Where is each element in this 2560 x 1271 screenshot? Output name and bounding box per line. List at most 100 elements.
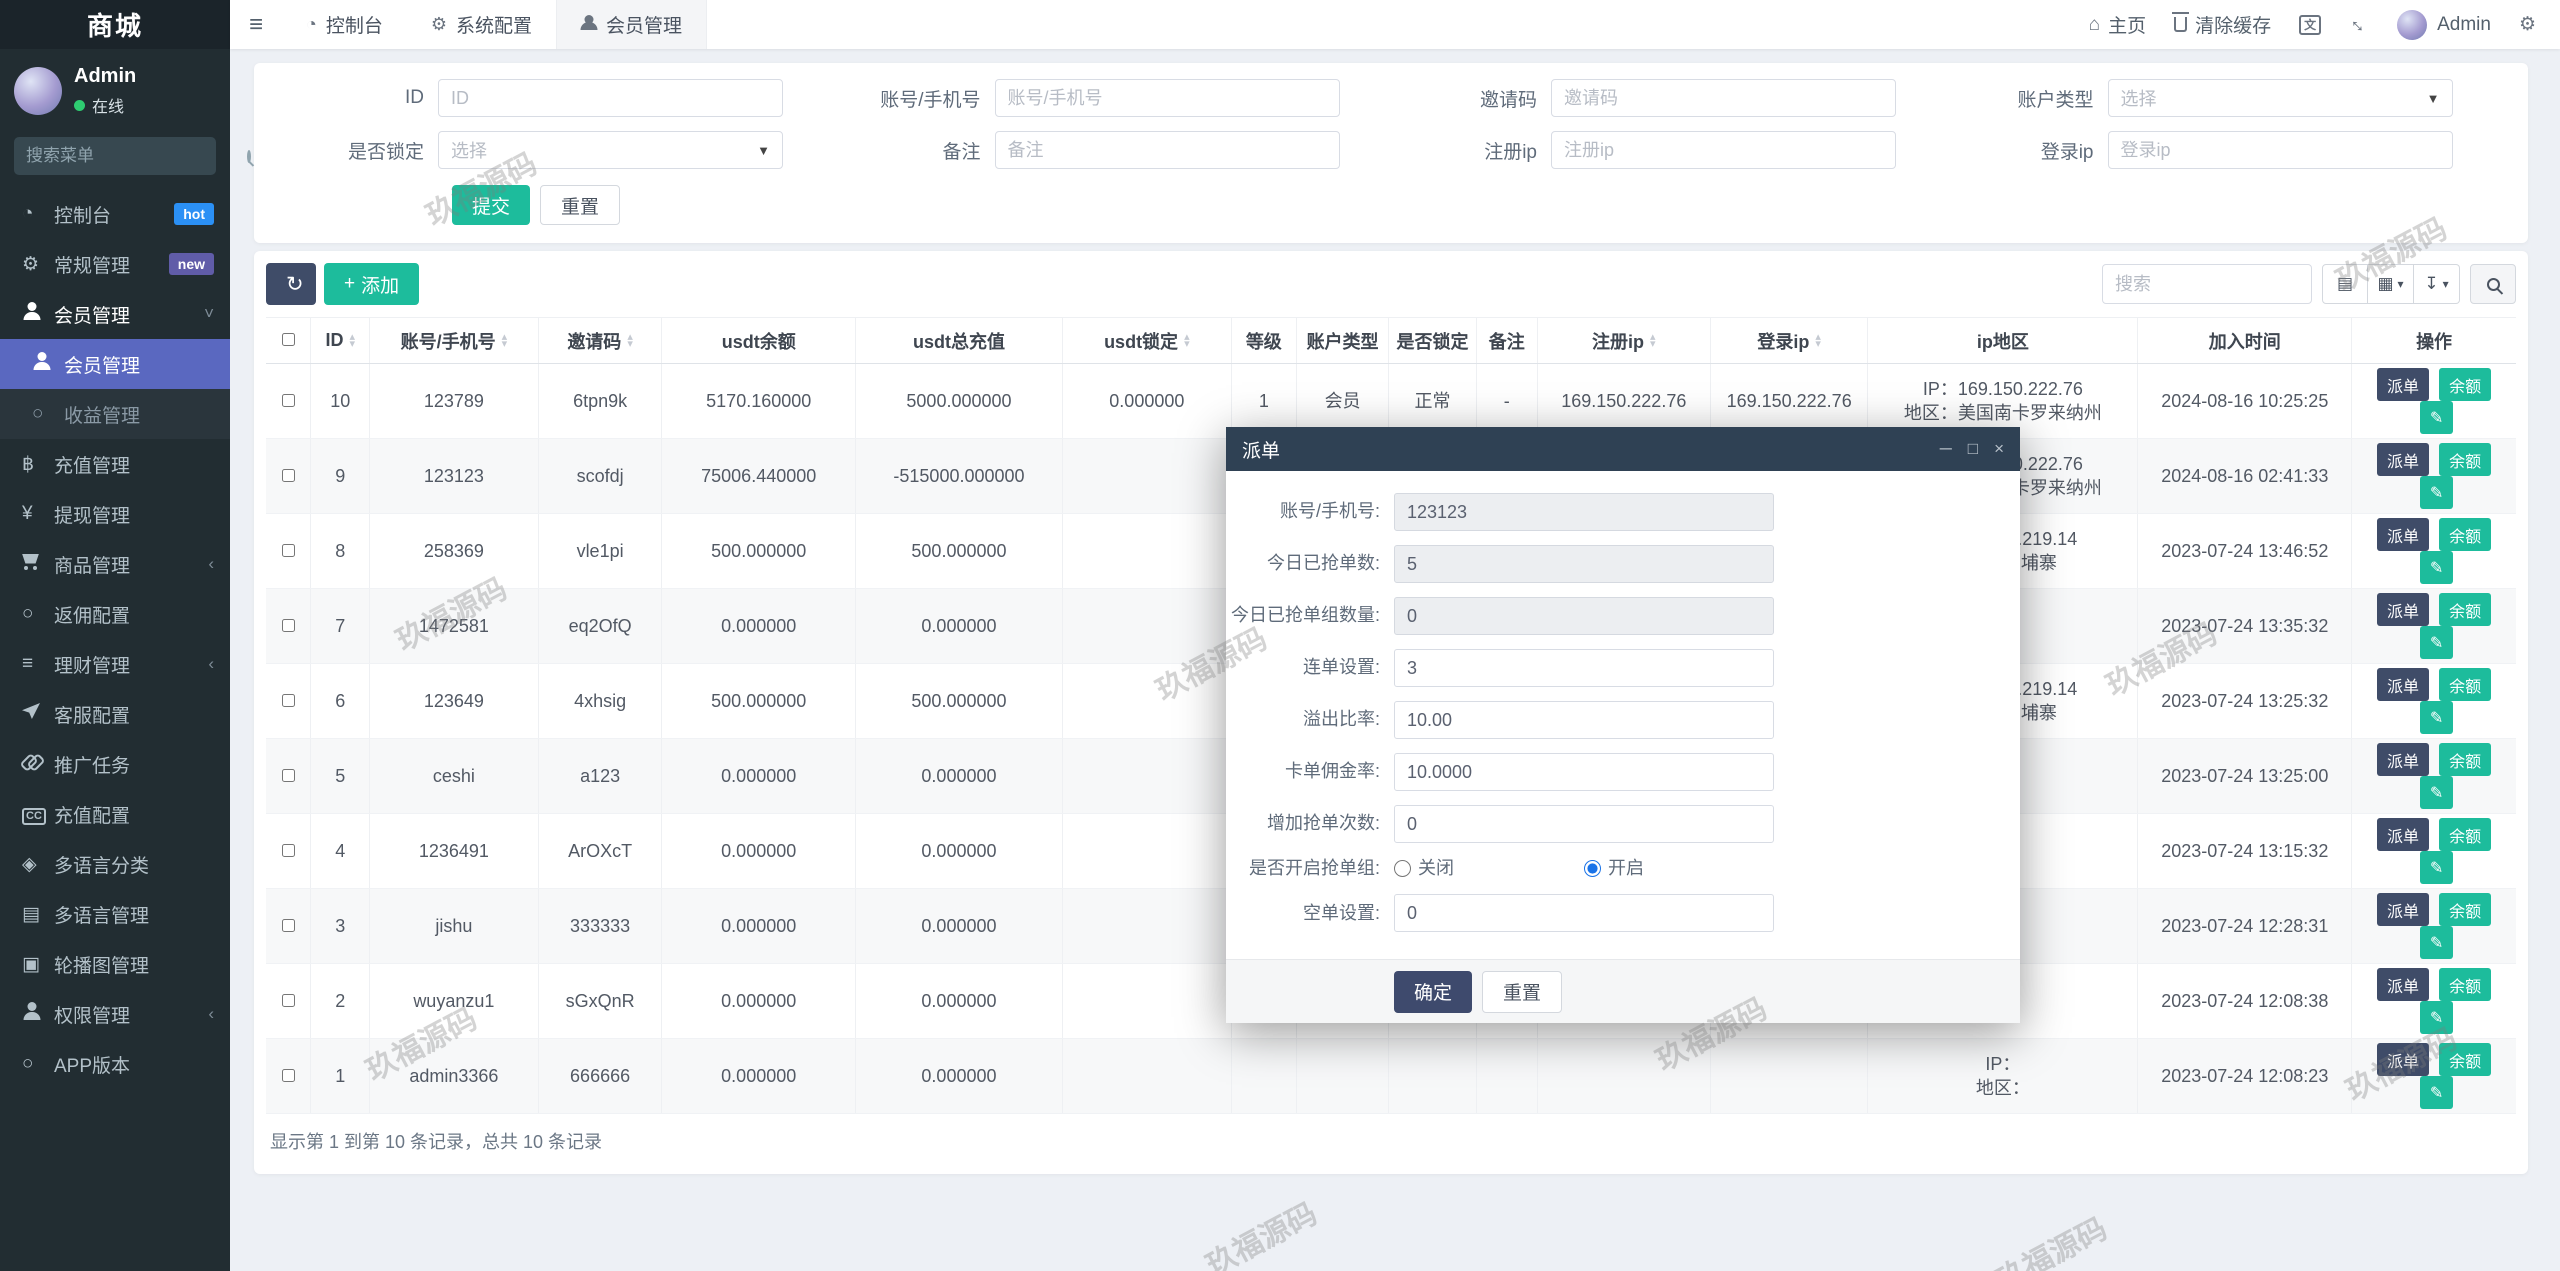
dispatch-button[interactable]: 派单 (2377, 368, 2430, 401)
sort-icon[interactable]: ▴ ▾ (349, 331, 355, 349)
export-button[interactable]: ↧ ▾ (2414, 264, 2460, 304)
radio-off-option[interactable]: 关闭 (1394, 857, 1562, 880)
fullscreen-icon[interactable]: ↔ (2344, 9, 2375, 39)
settings-gears-icon[interactable]: ⚙ (2519, 13, 2536, 36)
row-checkbox[interactable] (281, 918, 295, 932)
table-search-input[interactable] (2102, 264, 2312, 304)
sort-icon[interactable]: ▴ ▾ (1815, 331, 1821, 349)
balance-button[interactable]: 余额 (2439, 893, 2492, 926)
edit-button[interactable]: ✎ (2419, 551, 2454, 584)
sidebar-item-recharge-config[interactable]: CC 充值配置 (0, 789, 230, 839)
column-header[interactable]: 等级 (1230, 317, 1297, 364)
dispatch-button[interactable]: 派单 (2377, 893, 2430, 926)
sidebar-item-lang-category[interactable]: ◈ 多语言分类 (0, 839, 230, 889)
sort-icon[interactable]: ▴ ▾ (1650, 331, 1656, 349)
select-all-checkbox[interactable] (281, 333, 295, 346)
sort-icon[interactable]: ▴ ▾ (627, 331, 633, 349)
edit-button[interactable]: ✎ (2419, 476, 2454, 509)
sidebar-item-service[interactable]: 客服配置 (0, 689, 230, 739)
column-header[interactable]: ip地区 (1867, 317, 2138, 364)
tab-system-config[interactable]: ⚙ 系统配置 (407, 0, 556, 49)
column-header[interactable]: 登录ip ▴ ▾ (1709, 317, 1868, 364)
login-ip-filter-input[interactable] (2107, 131, 2453, 169)
detail-view-button[interactable]: ▤ (2322, 264, 2368, 304)
sidebar-subitem-member-管理[interactable]: 会员管理 (0, 339, 230, 389)
edit-button[interactable]: ✎ (2419, 401, 2454, 434)
lock-status-select[interactable]: 选择 ▼ (438, 131, 783, 169)
home-link[interactable]: ⌂ 主页 (2089, 11, 2147, 38)
today-orders-field[interactable] (1394, 545, 1774, 583)
balance-button[interactable]: 余额 (2439, 968, 2492, 1001)
sidebar-item-app-version[interactable]: ○ APP版本 (0, 1039, 230, 1089)
sidebar-item-members[interactable]: 会员管理 ˅ (0, 289, 230, 339)
account-type-select[interactable]: 选择 ▼ (2107, 79, 2453, 117)
remark-filter-input[interactable] (994, 131, 1340, 169)
hamburger-icon[interactable]: ≡ (230, 11, 282, 39)
select-all-header[interactable] (266, 317, 311, 364)
balance-button[interactable]: 余额 (2439, 443, 2492, 476)
navbar-user[interactable]: Admin (2397, 9, 2491, 40)
column-header[interactable]: 邀请码 ▴ ▾ (537, 317, 662, 364)
reset-button[interactable]: 重置 (540, 185, 621, 225)
sidebar-item-promotion[interactable]: 推广任务 (0, 739, 230, 789)
dispatch-button[interactable]: 派单 (2377, 593, 2430, 626)
row-checkbox[interactable] (281, 468, 295, 482)
clear-cache-link[interactable]: 清除缓存 (2172, 11, 2271, 38)
today-order-groups-field[interactable] (1394, 597, 1774, 635)
sidebar-item-recharge[interactable]: ฿ 充值管理 (0, 439, 230, 489)
row-checkbox[interactable] (281, 543, 295, 557)
sidebar-item-withdraw[interactable]: ¥ 提现管理 (0, 489, 230, 539)
row-checkbox[interactable] (281, 1068, 295, 1082)
column-header[interactable]: usdt锁定 ▴ ▾ (1061, 317, 1232, 364)
tab-dashboard[interactable]: ◔ 控制台 (282, 0, 407, 49)
sidebar-item-general[interactable]: ⚙ 常规管理 new (0, 239, 230, 289)
row-checkbox[interactable] (281, 618, 295, 632)
radio-off[interactable] (1394, 860, 1411, 878)
extra-grabs-field[interactable] (1394, 805, 1774, 843)
column-header[interactable]: 是否锁定 (1388, 317, 1477, 364)
edit-button[interactable]: ✎ (2419, 626, 2454, 659)
dispatch-button[interactable]: 派单 (2377, 968, 2430, 1001)
radio-on[interactable] (1584, 860, 1601, 878)
edit-button[interactable]: ✎ (2419, 1076, 2454, 1109)
search-icon[interactable] (247, 149, 251, 163)
dispatch-button[interactable]: 派单 (2377, 668, 2430, 701)
overflow-ratio-field[interactable] (1394, 701, 1774, 739)
dispatch-button[interactable]: 派单 (2377, 518, 2430, 551)
invite-code-filter-input[interactable] (1551, 79, 1896, 117)
column-header[interactable]: 加入时间 (2137, 317, 2352, 364)
dispatch-button[interactable]: 派单 (2377, 743, 2430, 776)
minimize-icon[interactable]: ─ (1940, 439, 1952, 459)
modal-reset-button[interactable]: 重置 (1482, 970, 1563, 1013)
maximize-icon[interactable]: □ (1968, 439, 1978, 459)
submit-button[interactable]: 提交 (452, 185, 531, 225)
sidebar-item-banner[interactable]: ▣ 轮播图管理 (0, 939, 230, 989)
edit-button[interactable]: ✎ (2419, 851, 2454, 884)
sidebar-item-lang-manage[interactable]: ▤ 多语言管理 (0, 889, 230, 939)
row-checkbox[interactable] (281, 693, 295, 707)
sort-icon[interactable]: ▴ ▾ (502, 331, 508, 349)
dispatch-button[interactable]: 派单 (2377, 443, 2430, 476)
edit-button[interactable]: ✎ (2419, 926, 2454, 959)
edit-button[interactable]: ✎ (2419, 701, 2454, 734)
row-checkbox[interactable] (281, 843, 295, 857)
add-button[interactable]: + 添加 (324, 263, 420, 305)
balance-button[interactable]: 余额 (2439, 668, 2492, 701)
translate-icon[interactable]: 文 (2299, 14, 2322, 35)
sidebar-item-finance[interactable]: ≡ 理财管理 ‹ (0, 639, 230, 689)
balance-button[interactable]: 余额 (2439, 518, 2492, 551)
balance-button[interactable]: 余额 (2439, 593, 2492, 626)
row-checkbox[interactable] (281, 993, 295, 1007)
column-header[interactable]: 操作 (2351, 317, 2516, 364)
column-header[interactable]: 备注 (1475, 317, 1538, 364)
balance-button[interactable]: 余额 (2439, 818, 2492, 851)
refresh-button[interactable]: ↻ (266, 263, 316, 305)
confirm-button[interactable]: 确定 (1394, 970, 1473, 1013)
balance-button[interactable]: 余额 (2439, 1043, 2492, 1076)
id-filter-input[interactable] (438, 79, 783, 117)
row-checkbox[interactable] (281, 393, 295, 407)
reg-ip-filter-input[interactable] (1551, 131, 1896, 169)
close-icon[interactable]: × (1994, 439, 2004, 459)
search-toggle-button[interactable] (2470, 264, 2516, 304)
dispatch-button[interactable]: 派单 (2377, 818, 2430, 851)
